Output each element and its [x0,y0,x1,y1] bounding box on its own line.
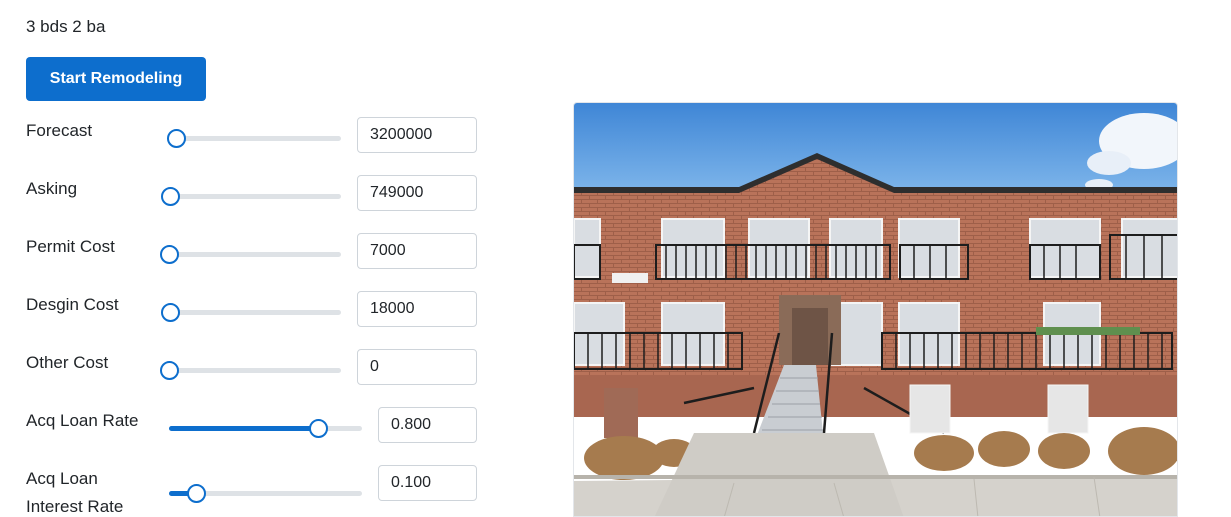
forecast-slider[interactable] [167,128,341,148]
start-remodeling-button[interactable]: Start Remodeling [26,57,206,101]
forecast-input[interactable]: 3200000 [357,117,477,153]
acq-loan-rate-slider[interactable] [169,418,362,438]
asking-label: Asking [26,179,78,198]
asking-slider[interactable] [161,186,341,206]
slider-thumb[interactable] [161,303,180,322]
acq-loan-interest-rate-label-line1: Acq Loan [26,469,98,488]
permit-cost-input[interactable]: 7000 [357,233,477,269]
beds-baths-text: 3 bds 2 ba [26,17,106,36]
acq-loan-interest-rate-slider[interactable] [169,483,362,503]
slider-fill [169,426,318,431]
design-cost-label: Desgin Cost [26,295,119,314]
slider-thumb[interactable] [160,361,179,380]
acq-loan-interest-rate-label-line2: Interest Rate [26,497,124,516]
slider-track [160,252,341,257]
permit-cost-label: Permit Cost [26,237,115,256]
slider-thumb[interactable] [309,419,328,438]
slider-track [161,194,341,199]
slider-thumb[interactable] [161,187,180,206]
slider-track [167,136,341,141]
slider-thumb[interactable] [160,245,179,264]
acq-loan-interest-rate-input[interactable]: 0.100 [378,465,477,501]
other-cost-slider[interactable] [160,360,341,380]
property-photo [573,102,1178,517]
forecast-label: Forecast [26,121,93,140]
slider-track [161,310,341,315]
other-cost-input[interactable]: 0 [357,349,477,385]
acq-loan-rate-label: Acq Loan Rate [26,411,139,430]
design-cost-slider[interactable] [161,302,341,322]
acq-loan-rate-input[interactable]: 0.800 [378,407,477,443]
remodel-calculator: 3 bds 2 ba Start Remodeling Forecast 320… [0,0,1231,517]
slider-thumb[interactable] [186,484,206,503]
design-cost-input[interactable]: 18000 [357,291,477,327]
asking-input[interactable]: 749000 [357,175,477,211]
slider-track [160,368,341,373]
other-cost-label: Other Cost [26,353,109,372]
property-photo-image [574,103,1177,516]
permit-cost-slider[interactable] [160,244,341,264]
slider-thumb[interactable] [167,129,186,148]
